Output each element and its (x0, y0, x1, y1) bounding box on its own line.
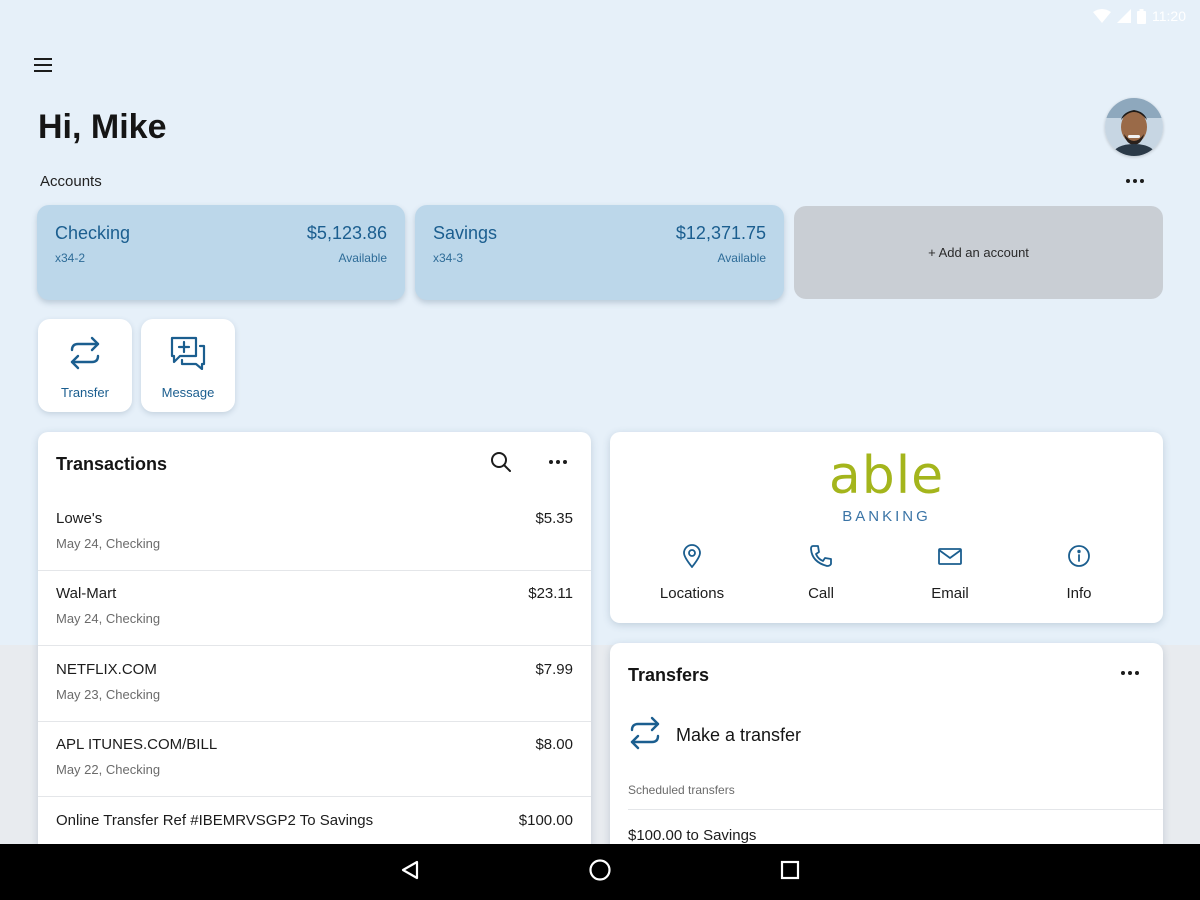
transfers-more-button[interactable] (1116, 663, 1144, 683)
account-balance-label: Available (338, 251, 387, 265)
call-button[interactable]: Call (761, 544, 881, 608)
account-balance: $12,371.75 (675, 223, 766, 243)
email-button[interactable]: Email (890, 544, 1010, 608)
transaction-meta: May 22, Checking (56, 762, 161, 777)
system-nav-bar (0, 844, 1200, 900)
transfers-title: Transfers (628, 665, 710, 685)
make-transfer-label: Make a transfer (676, 724, 802, 745)
transaction-merchant: Lowe's (56, 510, 103, 527)
envelope-icon (937, 544, 963, 573)
transaction-amount: $100.00 (518, 812, 573, 829)
transaction-merchant: NETFLIX.COM (56, 661, 157, 678)
back-button[interactable] (390, 852, 430, 892)
more-icon-dot (1135, 671, 1139, 675)
message-action-label: Message (161, 385, 215, 400)
info-label: Info (1066, 585, 1092, 602)
status-time: 11:20 (1152, 8, 1186, 24)
more-icon-dot (1133, 179, 1137, 183)
accounts-more-button[interactable] (1121, 171, 1149, 191)
phone-icon (809, 544, 833, 573)
account-balance-label: Available (717, 251, 766, 265)
transaction-amount: $8.00 (535, 736, 573, 753)
search-icon (490, 451, 512, 478)
transaction-merchant: Online Transfer Ref #IBEMRVSGP2 To Savin… (56, 812, 374, 829)
transaction-meta: May 24, Checking (56, 611, 161, 626)
email-label: Email (931, 585, 969, 602)
bank-logo-subtitle: BANKING (842, 508, 931, 525)
transfer-action-label: Transfer (61, 385, 109, 400)
locations-button[interactable]: Locations (632, 544, 752, 608)
transaction-amount: $23.11 (528, 585, 573, 602)
avatar[interactable] (1105, 98, 1163, 156)
call-label: Call (808, 585, 834, 602)
bank-info-panel: able BANKING Locations Call Email Info (610, 432, 1163, 623)
add-account-button[interactable]: + Add an account (794, 206, 1163, 299)
transfers-panel: Transfers Make a transfer Scheduled tran… (610, 643, 1163, 863)
wifi-icon (1093, 9, 1111, 23)
account-number: x34-3 (433, 251, 464, 265)
divider (628, 809, 1163, 810)
accounts-label: Accounts (40, 173, 102, 190)
location-pin-icon (682, 544, 702, 573)
transaction-row[interactable]: Wal-Mart May 24, Checking $23.11 (38, 571, 591, 646)
transactions-search-button[interactable] (487, 450, 515, 478)
transaction-amount: $7.99 (535, 661, 573, 678)
account-name: Checking (55, 223, 131, 243)
transaction-meta: May 23, Checking (56, 687, 161, 702)
message-icon (170, 336, 206, 375)
transfer-action-button[interactable]: Transfer (38, 319, 132, 412)
signal-icon (1117, 9, 1131, 23)
account-card-checking[interactable]: Checking x34-2 $5,123.86 Available (37, 205, 405, 300)
account-name: Savings (433, 223, 498, 243)
info-icon (1067, 544, 1091, 573)
transaction-row[interactable]: Lowe's May 24, Checking $5.35 (38, 496, 591, 571)
more-icon (1126, 179, 1130, 183)
more-icon-dot (1140, 179, 1144, 183)
transaction-merchant: APL ITUNES.COM/BILL (56, 736, 218, 753)
greeting-title: Hi, Mike (38, 108, 167, 146)
make-transfer-button[interactable]: Make a transfer (628, 713, 928, 757)
more-icon-dot (563, 460, 567, 464)
scheduled-transfers-label: Scheduled transfers (628, 783, 735, 797)
hamburger-icon (34, 57, 52, 77)
account-number: x34-2 (55, 251, 86, 265)
back-triangle-icon (399, 859, 421, 886)
battery-icon (1137, 8, 1146, 24)
recents-square-icon (780, 860, 800, 885)
scheduled-transfer-item[interactable]: $100.00 to Savings (628, 827, 756, 844)
more-icon-dot (556, 460, 560, 464)
transaction-merchant: Wal-Mart (56, 585, 117, 602)
transaction-amount: $5.35 (535, 510, 573, 527)
recents-button[interactable] (770, 852, 810, 892)
home-circle-icon (588, 858, 612, 887)
home-button[interactable] (580, 852, 620, 892)
account-card-savings[interactable]: Savings x34-3 $12,371.75 Available (415, 205, 784, 300)
locations-label: Locations (659, 585, 725, 602)
menu-button[interactable] (30, 55, 56, 79)
account-balance: $5,123.86 (306, 223, 387, 243)
transaction-row[interactable]: NETFLIX.COM May 23, Checking $7.99 (38, 647, 591, 722)
more-icon-dot (1128, 671, 1132, 675)
transaction-row[interactable]: APL ITUNES.COM/BILL May 22, Checking $8.… (38, 722, 591, 797)
transfer-icon (68, 336, 102, 375)
more-icon (549, 460, 553, 464)
transactions-panel: Transactions Lowe's May 24, Checking $5.… (38, 432, 591, 862)
more-icon (1121, 671, 1125, 675)
transactions-more-button[interactable] (544, 452, 572, 472)
transfer-icon (628, 716, 662, 755)
bank-logo-brand: able (828, 446, 945, 506)
status-bar: 11:20 (0, 0, 1200, 32)
info-button[interactable]: Info (1019, 544, 1139, 608)
message-action-button[interactable]: Message (141, 319, 235, 412)
transaction-meta: May 24, Checking (56, 536, 161, 551)
transactions-title: Transactions (56, 454, 168, 474)
